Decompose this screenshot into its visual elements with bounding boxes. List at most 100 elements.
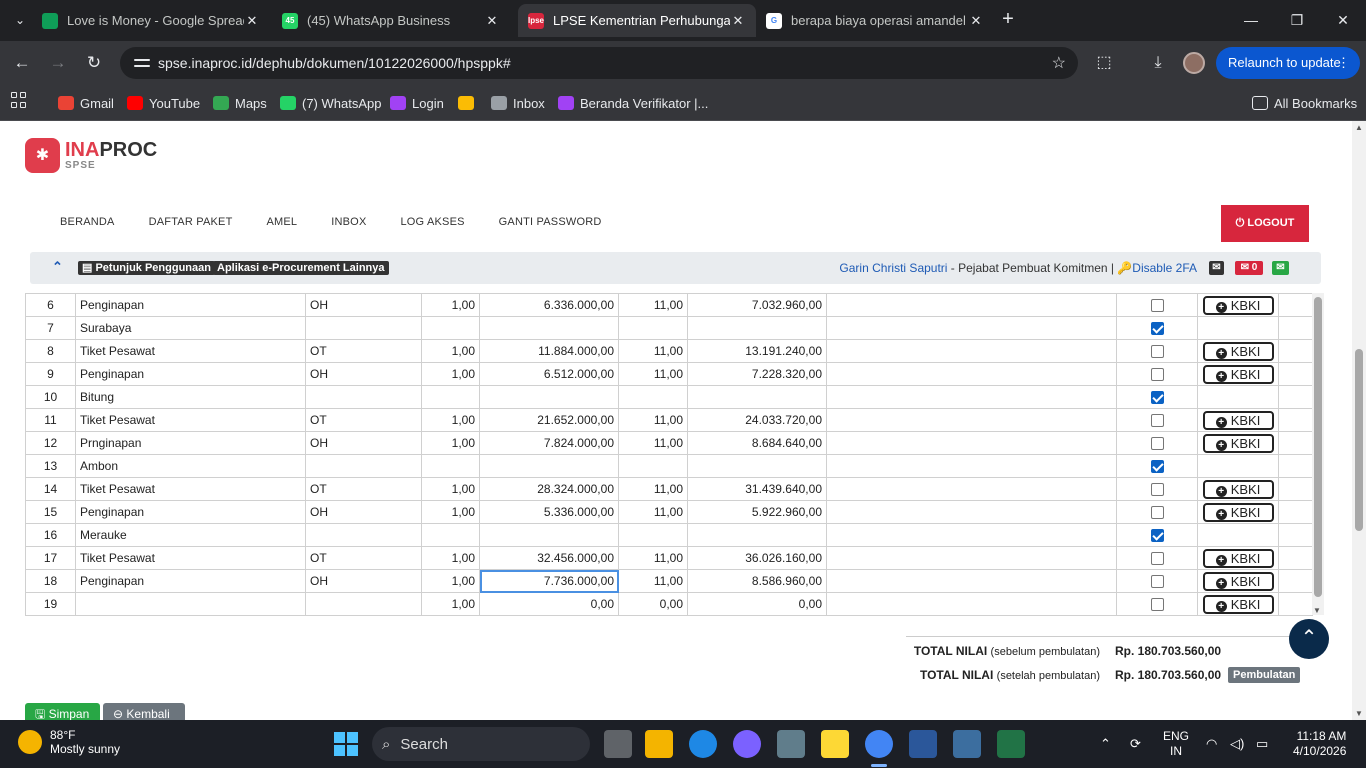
nav-link[interactable]: AMEL <box>266 216 297 228</box>
tax-cell[interactable]: 11,00 <box>618 569 688 593</box>
nav-link[interactable]: LOG AKSES <box>400 216 464 228</box>
nav-link[interactable]: BERANDA <box>60 216 115 228</box>
volume-cell[interactable]: 1,00 <box>421 500 480 524</box>
item-name-cell[interactable]: Ambon <box>75 454 306 478</box>
unit-cell[interactable] <box>305 592 422 616</box>
logout-button[interactable]: ⏻ LOGOUT <box>1221 205 1309 242</box>
unit-price-cell[interactable]: 6.336.000,00 <box>479 293 619 317</box>
item-name-cell[interactable]: Merauke <box>75 523 306 547</box>
unit-price-cell[interactable]: 7.824.000,00 <box>479 431 619 455</box>
notes-cell[interactable] <box>826 431 1117 455</box>
tab-close-icon[interactable]: ✕ <box>968 13 984 29</box>
volume-cell[interactable] <box>421 523 480 547</box>
row-checkbox[interactable] <box>1150 391 1164 405</box>
unit-cell[interactable] <box>305 523 422 547</box>
volume-cell[interactable]: 1,00 <box>421 431 480 455</box>
unit-cell[interactable]: OT <box>305 546 422 570</box>
unit-price-cell[interactable] <box>479 523 619 547</box>
copilot-icon[interactable] <box>733 730 761 758</box>
kbki-button[interactable]: + KBKI <box>1202 594 1274 614</box>
volume-cell[interactable] <box>421 454 480 478</box>
battery-icon[interactable]: ▭ <box>1256 736 1268 752</box>
unit-price-cell[interactable]: 11.884.000,00 <box>479 339 619 363</box>
notes-cell[interactable] <box>826 477 1117 501</box>
unit-price-cell[interactable]: 0,00 <box>479 592 619 616</box>
apps-grid-icon[interactable] <box>11 92 27 108</box>
bookmark-star-icon[interactable]: ☆ <box>1052 53 1066 73</box>
unit-price-cell[interactable]: 5.336.000,00 <box>479 500 619 524</box>
item-name-cell[interactable]: Tiket Pesawat <box>75 477 306 501</box>
row-checkbox[interactable] <box>1150 460 1164 474</box>
new-tab-button[interactable]: + <box>996 8 1020 32</box>
page-scrollbar[interactable]: ▲ ▼ <box>1352 121 1366 720</box>
nav-link[interactable]: GANTI PASSWORD <box>499 216 602 228</box>
mail-count-badge[interactable]: ✉ 0 <box>1235 261 1263 275</box>
unit-price-cell[interactable]: 28.324.000,00 <box>479 477 619 501</box>
volume-icon[interactable]: ◁) <box>1230 736 1244 752</box>
camera-icon[interactable] <box>777 730 805 758</box>
unit-cell[interactable] <box>305 385 422 409</box>
tray-chevron-up-icon[interactable]: ⌃ <box>1100 736 1111 752</box>
volume-cell[interactable]: 1,00 <box>421 293 480 317</box>
unit-cell[interactable]: OT <box>305 339 422 363</box>
close-window-button[interactable]: ✕ <box>1328 8 1358 32</box>
scroll-up-arrow-icon[interactable]: ▲ <box>1355 123 1363 132</box>
nav-link[interactable]: DAFTAR PAKET <box>149 216 233 228</box>
volume-cell[interactable]: 1,00 <box>421 362 480 386</box>
page-scroll-thumb[interactable] <box>1355 349 1363 531</box>
chrome-icon[interactable] <box>865 730 893 758</box>
volume-cell[interactable]: 1,00 <box>421 408 480 432</box>
notes-cell[interactable] <box>826 316 1117 340</box>
unit-price-cell[interactable]: 6.512.000,00 <box>479 362 619 386</box>
notes-cell[interactable] <box>826 546 1117 570</box>
taskbar-search[interactable]: ⌕ Search <box>372 727 590 761</box>
tax-cell[interactable] <box>618 454 688 478</box>
unit-cell[interactable]: OT <box>305 408 422 432</box>
notes-cell[interactable] <box>826 362 1117 386</box>
item-name-cell[interactable]: Bitung <box>75 385 306 409</box>
tax-cell[interactable]: 11,00 <box>618 362 688 386</box>
table-scrollbar[interactable]: ▼ <box>1312 293 1324 615</box>
notes-cell[interactable] <box>826 454 1117 478</box>
row-checkbox[interactable] <box>1150 483 1164 497</box>
excel-icon[interactable] <box>997 730 1025 758</box>
tax-cell[interactable]: 11,00 <box>618 408 688 432</box>
disable-2fa-link[interactable]: Disable 2FA <box>1132 261 1197 275</box>
sync-icon[interactable]: ⟳ <box>1130 736 1141 752</box>
notes-cell[interactable] <box>826 592 1117 616</box>
collapse-chevron-icon[interactable]: ⌃ <box>52 259 63 275</box>
volume-cell[interactable]: 1,00 <box>421 477 480 501</box>
kbki-button[interactable]: + KBKI <box>1202 548 1274 568</box>
tab-close-icon[interactable]: ✕ <box>244 13 260 29</box>
notes-cell[interactable] <box>826 339 1117 363</box>
notes-cell[interactable] <box>826 293 1117 317</box>
notes-cell[interactable] <box>826 500 1117 524</box>
browser-tab[interactable]: Gberapa biaya operasi amandel - ✕ <box>756 4 994 37</box>
notes-cell[interactable] <box>826 523 1117 547</box>
sticky-notes-icon[interactable] <box>821 730 849 758</box>
tax-cell[interactable]: 11,00 <box>618 431 688 455</box>
profile-avatar[interactable] <box>1183 52 1205 74</box>
minimize-button[interactable]: — <box>1236 8 1266 32</box>
unit-cell[interactable]: OH <box>305 293 422 317</box>
browser-tab[interactable]: lpse LPSE Kementrian Perhubungan ✕ <box>518 4 756 37</box>
row-checkbox[interactable] <box>1150 345 1164 359</box>
volume-cell[interactable] <box>421 316 480 340</box>
row-checkbox[interactable] <box>1150 368 1164 382</box>
bookmark-item[interactable] <box>458 93 480 113</box>
kbki-button[interactable]: + KBKI <box>1202 410 1274 430</box>
item-name-cell[interactable]: Penginapan <box>75 569 306 593</box>
bookmark-item[interactable]: YouTube <box>127 93 200 113</box>
unit-price-cell[interactable] <box>479 316 619 340</box>
volume-cell[interactable]: 1,00 <box>421 339 480 363</box>
tax-cell[interactable] <box>618 523 688 547</box>
extensions-icon[interactable]: ⬚ <box>1092 51 1116 75</box>
volume-cell[interactable]: 1,00 <box>421 546 480 570</box>
pembulatan-badge[interactable]: Pembulatan <box>1228 667 1301 683</box>
tax-cell[interactable]: 11,00 <box>618 500 688 524</box>
notes-cell[interactable] <box>826 385 1117 409</box>
kbki-button[interactable]: + KBKI <box>1202 433 1274 453</box>
tax-cell[interactable]: 11,00 <box>618 293 688 317</box>
item-name-cell[interactable]: Penginapan <box>75 500 306 524</box>
unit-cell[interactable] <box>305 316 422 340</box>
